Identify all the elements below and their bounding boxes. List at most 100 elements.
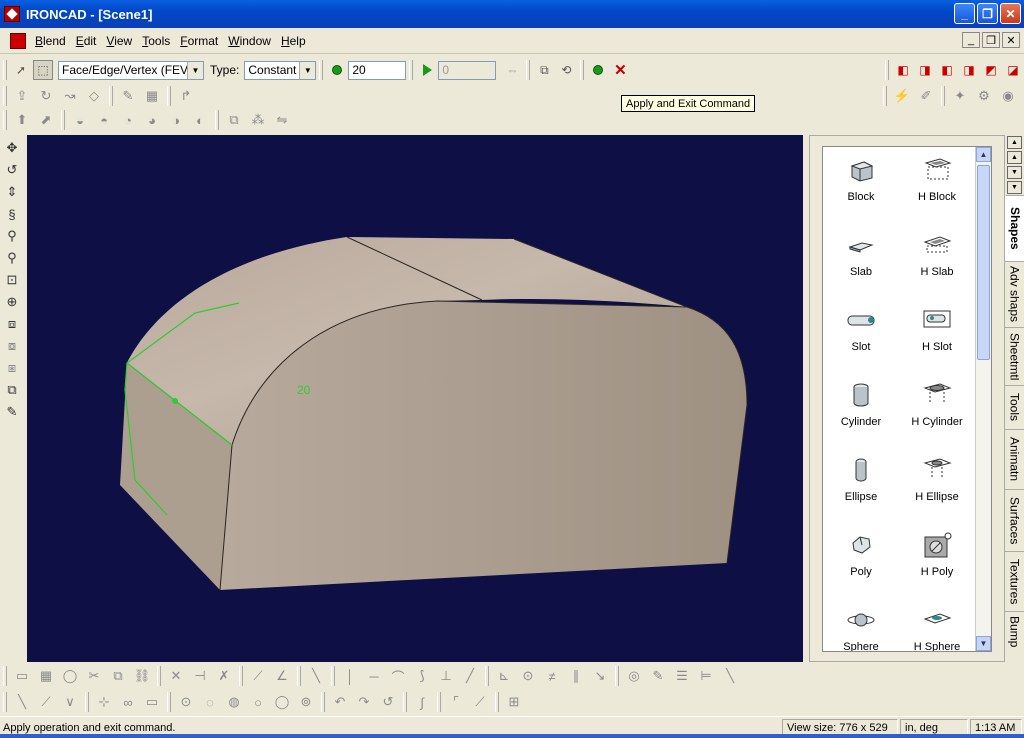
wand-icon[interactable]: ⚡	[893, 87, 911, 105]
menu-blend[interactable]: Blend	[30, 34, 71, 48]
sketch-icon[interactable]: ✎	[119, 87, 137, 105]
view-left-icon[interactable]: ◧	[937, 60, 957, 80]
offset-icon[interactable]: ⧉	[109, 667, 127, 685]
light-icon[interactable]: ✦	[951, 87, 969, 105]
pattern-icon[interactable]: ⁂	[249, 111, 267, 129]
catalog-item-h-block[interactable]: H Block	[899, 147, 975, 222]
catalog-item-h-cylinder[interactable]: H Cylinder	[899, 372, 975, 447]
rectangle-icon[interactable]: ▭	[13, 667, 31, 685]
menu-tools[interactable]: Tools	[137, 34, 175, 48]
walk-icon[interactable]: §	[3, 205, 21, 223]
tab-shapes[interactable]: Shapes	[1005, 195, 1024, 261]
cross-icon[interactable]: ✗	[215, 667, 233, 685]
view-back-icon[interactable]: ◨	[915, 60, 935, 80]
menu-edit[interactable]: Edit	[71, 34, 102, 48]
circle-icon[interactable]: ◯	[61, 667, 79, 685]
sweep-icon[interactable]: ↝	[61, 87, 79, 105]
menu-help[interactable]: Help	[276, 34, 311, 48]
select-box-icon[interactable]: ⬚	[33, 60, 53, 80]
tab-surfaces[interactable]: Surfaces	[1005, 489, 1024, 551]
tab-sheetmtl[interactable]: Sheetmtl	[1005, 327, 1024, 385]
camera-icon[interactable]: ⚙	[975, 87, 993, 105]
tab-tools[interactable]: Tools	[1005, 385, 1024, 429]
delete-icon[interactable]: ✕	[167, 667, 185, 685]
menu-format[interactable]: Format	[175, 34, 223, 48]
draft-icon[interactable]: ◕	[143, 111, 161, 129]
catalog-scrollbar[interactable]: ▲ ▼	[975, 147, 991, 651]
diagonal-icon[interactable]: ╲	[721, 667, 739, 685]
spin-icon[interactable]: ↻	[37, 87, 55, 105]
angle-icon[interactable]: ∠	[273, 667, 291, 685]
doc-restore-button[interactable]: ❐	[982, 32, 1000, 48]
catalog-item-slot[interactable]: Slot	[823, 297, 899, 372]
node-icon[interactable]: ⊹	[95, 693, 113, 711]
link-icon[interactable]: ∞	[119, 693, 137, 711]
extend-icon[interactable]: ⊣	[191, 667, 209, 685]
tab-first-icon[interactable]: ▲	[1007, 136, 1022, 149]
select-arrow-icon[interactable]: ➚	[11, 60, 31, 80]
circle-2pt-icon[interactable]: ○	[249, 693, 267, 711]
catalog-item-cylinder[interactable]: Cylinder	[823, 372, 899, 447]
catalog-item-slab[interactable]: Slab	[823, 222, 899, 297]
hatch-icon[interactable]: ⊞	[505, 693, 523, 711]
fit-view-icon[interactable]: ⊡	[3, 271, 21, 289]
line2-icon[interactable]: ╲	[13, 693, 31, 711]
tangent-icon[interactable]: ⟆	[413, 667, 431, 685]
rebuild-icon[interactable]: ⟲	[556, 60, 576, 80]
catalog-item-h-slot[interactable]: H Slot	[899, 297, 975, 372]
catalog-item-h-ellipse[interactable]: H Ellipse	[899, 447, 975, 522]
list-icon[interactable]: ☰	[673, 667, 691, 685]
catalog-item-h-sphere[interactable]: H Sphere	[899, 597, 975, 651]
radius-input[interactable]: 20	[348, 60, 407, 80]
pan-icon[interactable]: ✥	[3, 139, 21, 157]
blend-radius-label[interactable]: 20	[297, 383, 310, 397]
chain-icon[interactable]: ⛓	[133, 667, 151, 685]
swap-arrows-icon[interactable]: ⇔	[502, 60, 522, 80]
zoom-icon[interactable]: ⚲	[3, 227, 21, 245]
box-icon[interactable]: ▭	[143, 693, 161, 711]
point-icon[interactable]: ⊙	[519, 667, 537, 685]
tab-animatn[interactable]: Animatn	[1005, 429, 1024, 489]
grid-icon[interactable]: ▦	[143, 87, 161, 105]
scroll-thumb[interactable]	[977, 165, 990, 360]
catalog-item-h-poly[interactable]: H Poly	[899, 522, 975, 597]
parallel-icon[interactable]: ∥	[567, 667, 585, 685]
preview-icon[interactable]: ⧉	[534, 60, 554, 80]
type-select[interactable]: Constant ▼	[244, 60, 317, 80]
tab-adv-shaps[interactable]: Adv shaps	[1005, 261, 1024, 327]
restore-button[interactable]: ❐	[977, 3, 998, 24]
blend-icon[interactable]: ◒	[71, 111, 89, 129]
target-icon[interactable]: ⊕	[3, 293, 21, 311]
arc-icon[interactable]: ⌒	[389, 667, 407, 685]
dimension-icon[interactable]: ⟋	[249, 667, 267, 685]
selection-mode-select[interactable]: Face/Edge/Vertex (FEV) ▼	[58, 60, 204, 80]
chamfer-icon[interactable]: ◓	[95, 111, 113, 129]
horizontal-line-icon[interactable]: ─	[365, 667, 383, 685]
tab-textures[interactable]: Textures	[1005, 551, 1024, 611]
line-icon[interactable]: ╲	[307, 667, 325, 685]
vertical-line-icon[interactable]: │	[341, 667, 359, 685]
camera-dolly-icon[interactable]: ⧆	[3, 359, 21, 377]
shell-icon[interactable]: ◔	[119, 111, 137, 129]
paint-icon[interactable]: ✐	[917, 87, 935, 105]
circle-r-icon[interactable]: ◯	[273, 693, 291, 711]
apply-exit-button[interactable]	[588, 60, 608, 80]
view-right-icon[interactable]: ◨	[959, 60, 979, 80]
vee-icon[interactable]: ∨	[61, 693, 79, 711]
arc-cw-icon[interactable]: ↷	[355, 693, 373, 711]
document-icon[interactable]	[10, 32, 26, 49]
toolbar-grip[interactable]	[3, 60, 7, 80]
edit-icon[interactable]: ✎	[3, 403, 21, 421]
bend-icon[interactable]: ↱	[177, 87, 195, 105]
spline-icon[interactable]: ∫	[413, 693, 431, 711]
circle-center-icon[interactable]: ⊙	[177, 693, 195, 711]
circle-3pt-icon[interactable]: ◌	[201, 693, 219, 711]
trim-icon[interactable]: ✂	[85, 667, 103, 685]
scroll-down-icon[interactable]: ▼	[976, 636, 991, 651]
view-front-icon[interactable]: ◧	[893, 60, 913, 80]
second-value-input[interactable]: 0	[438, 60, 497, 80]
constraint-icon[interactable]: ⊾	[495, 667, 513, 685]
align-icon[interactable]: ⊨	[697, 667, 715, 685]
grid-sketch-icon[interactable]: ▦	[37, 667, 55, 685]
cancel-command-button[interactable]: ✕	[610, 60, 630, 80]
